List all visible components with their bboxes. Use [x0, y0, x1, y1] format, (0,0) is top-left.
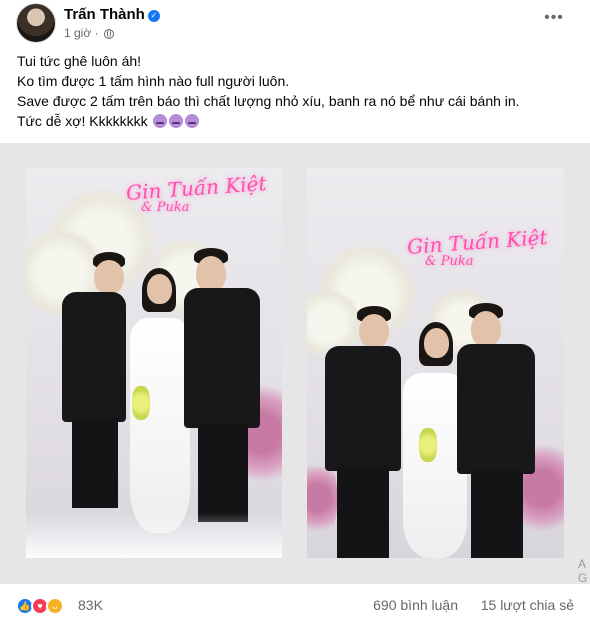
post-message: Tui tức ghê luôn áh! Ko tìm được 1 tấm h… [17, 51, 577, 131]
post-text-line-4: Tức dễ xợ! Kkkkkkkk [17, 113, 148, 129]
side-text-line1: A [578, 557, 587, 571]
post-header: Trấn Thành ✓ 1 giờ · ••• [16, 2, 576, 46]
more-options-button[interactable]: ••• [540, 10, 568, 30]
dizzy-face-emoji-icon [153, 114, 168, 128]
photo-1[interactable]: Gin Tuấn Kiệt & Puka [26, 168, 282, 558]
author-avatar[interactable] [16, 3, 56, 43]
dizzy-face-emoji-icon [185, 114, 200, 128]
reaction-count[interactable]: 83K [78, 597, 103, 613]
post-text-line: Save được 2 tấm trên báo thì chất lượng … [17, 93, 520, 109]
comments-count-link[interactable]: 690 bình luận [373, 597, 458, 613]
dizzy-face-emoji-icon [169, 114, 184, 128]
post-text-line-last: Tức dễ xợ! Kkkkkkkk [17, 111, 577, 131]
neon-sign-line2: & Puka [425, 254, 474, 269]
post-meta: 1 giờ · [64, 26, 114, 40]
verified-badge-icon: ✓ [147, 10, 160, 22]
clipped-side-text: A G [578, 557, 587, 585]
author-name-row: Trấn Thành ✓ [64, 6, 160, 23]
haha-icon: ᴗ [46, 597, 64, 615]
post-media-grid: Gin Tuấn Kiệt & Puka Gin Tuấn Kiệt & Puk… [0, 143, 590, 584]
photo-2[interactable]: Gin Tuấn Kiệt & Puka [307, 168, 564, 558]
globe-icon [103, 29, 114, 39]
post-text-line: Ko tìm được 1 tấm hình nào full người lu… [17, 73, 290, 89]
post-stats-bar: 👍 ♥ ᴗ 83K 690 bình luận 15 lượt chia sẻ [16, 595, 576, 617]
neon-sign-line2: & Puka [141, 200, 190, 215]
post-time[interactable]: 1 giờ [64, 26, 91, 40]
shares-count-link[interactable]: 15 lượt chia sẻ [481, 597, 574, 613]
post-text-line: Tui tức ghê luôn áh! [17, 53, 142, 69]
side-text-line2: G [578, 571, 588, 585]
author-name[interactable]: Trấn Thành [64, 6, 145, 23]
